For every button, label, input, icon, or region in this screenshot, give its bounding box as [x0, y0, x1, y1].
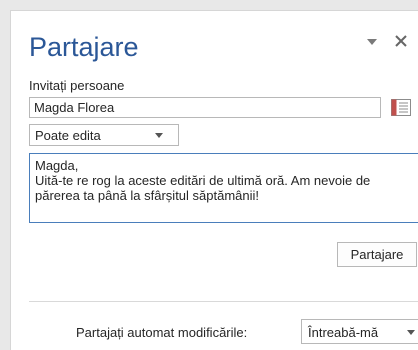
auto-share-dropdown[interactable]: Întreabă-mă [301, 319, 418, 344]
invite-people-label: Invitați persoane [29, 78, 125, 93]
address-book-icon[interactable] [390, 98, 412, 117]
chevron-down-icon[interactable] [366, 36, 378, 48]
invite-name-input[interactable] [29, 97, 381, 118]
chevron-down-icon [155, 133, 163, 138]
chevron-down-icon [407, 330, 415, 335]
message-textarea[interactable]: Magda, Uită-te re rog la aceste editări … [29, 153, 418, 223]
share-pane: Partajare Invitați persoane Poate edita … [10, 10, 418, 350]
auto-share-label: Partajați automat modificările: [76, 325, 248, 340]
share-button[interactable]: Partajare [337, 242, 417, 267]
divider [29, 301, 418, 302]
pane-title: Partajare [29, 32, 139, 62]
close-icon[interactable] [394, 34, 408, 48]
auto-share-selected-value: Întreabă-mă [308, 325, 379, 340]
permission-selected-value: Poate edita [35, 128, 101, 143]
permission-dropdown[interactable]: Poate edita [29, 124, 179, 146]
